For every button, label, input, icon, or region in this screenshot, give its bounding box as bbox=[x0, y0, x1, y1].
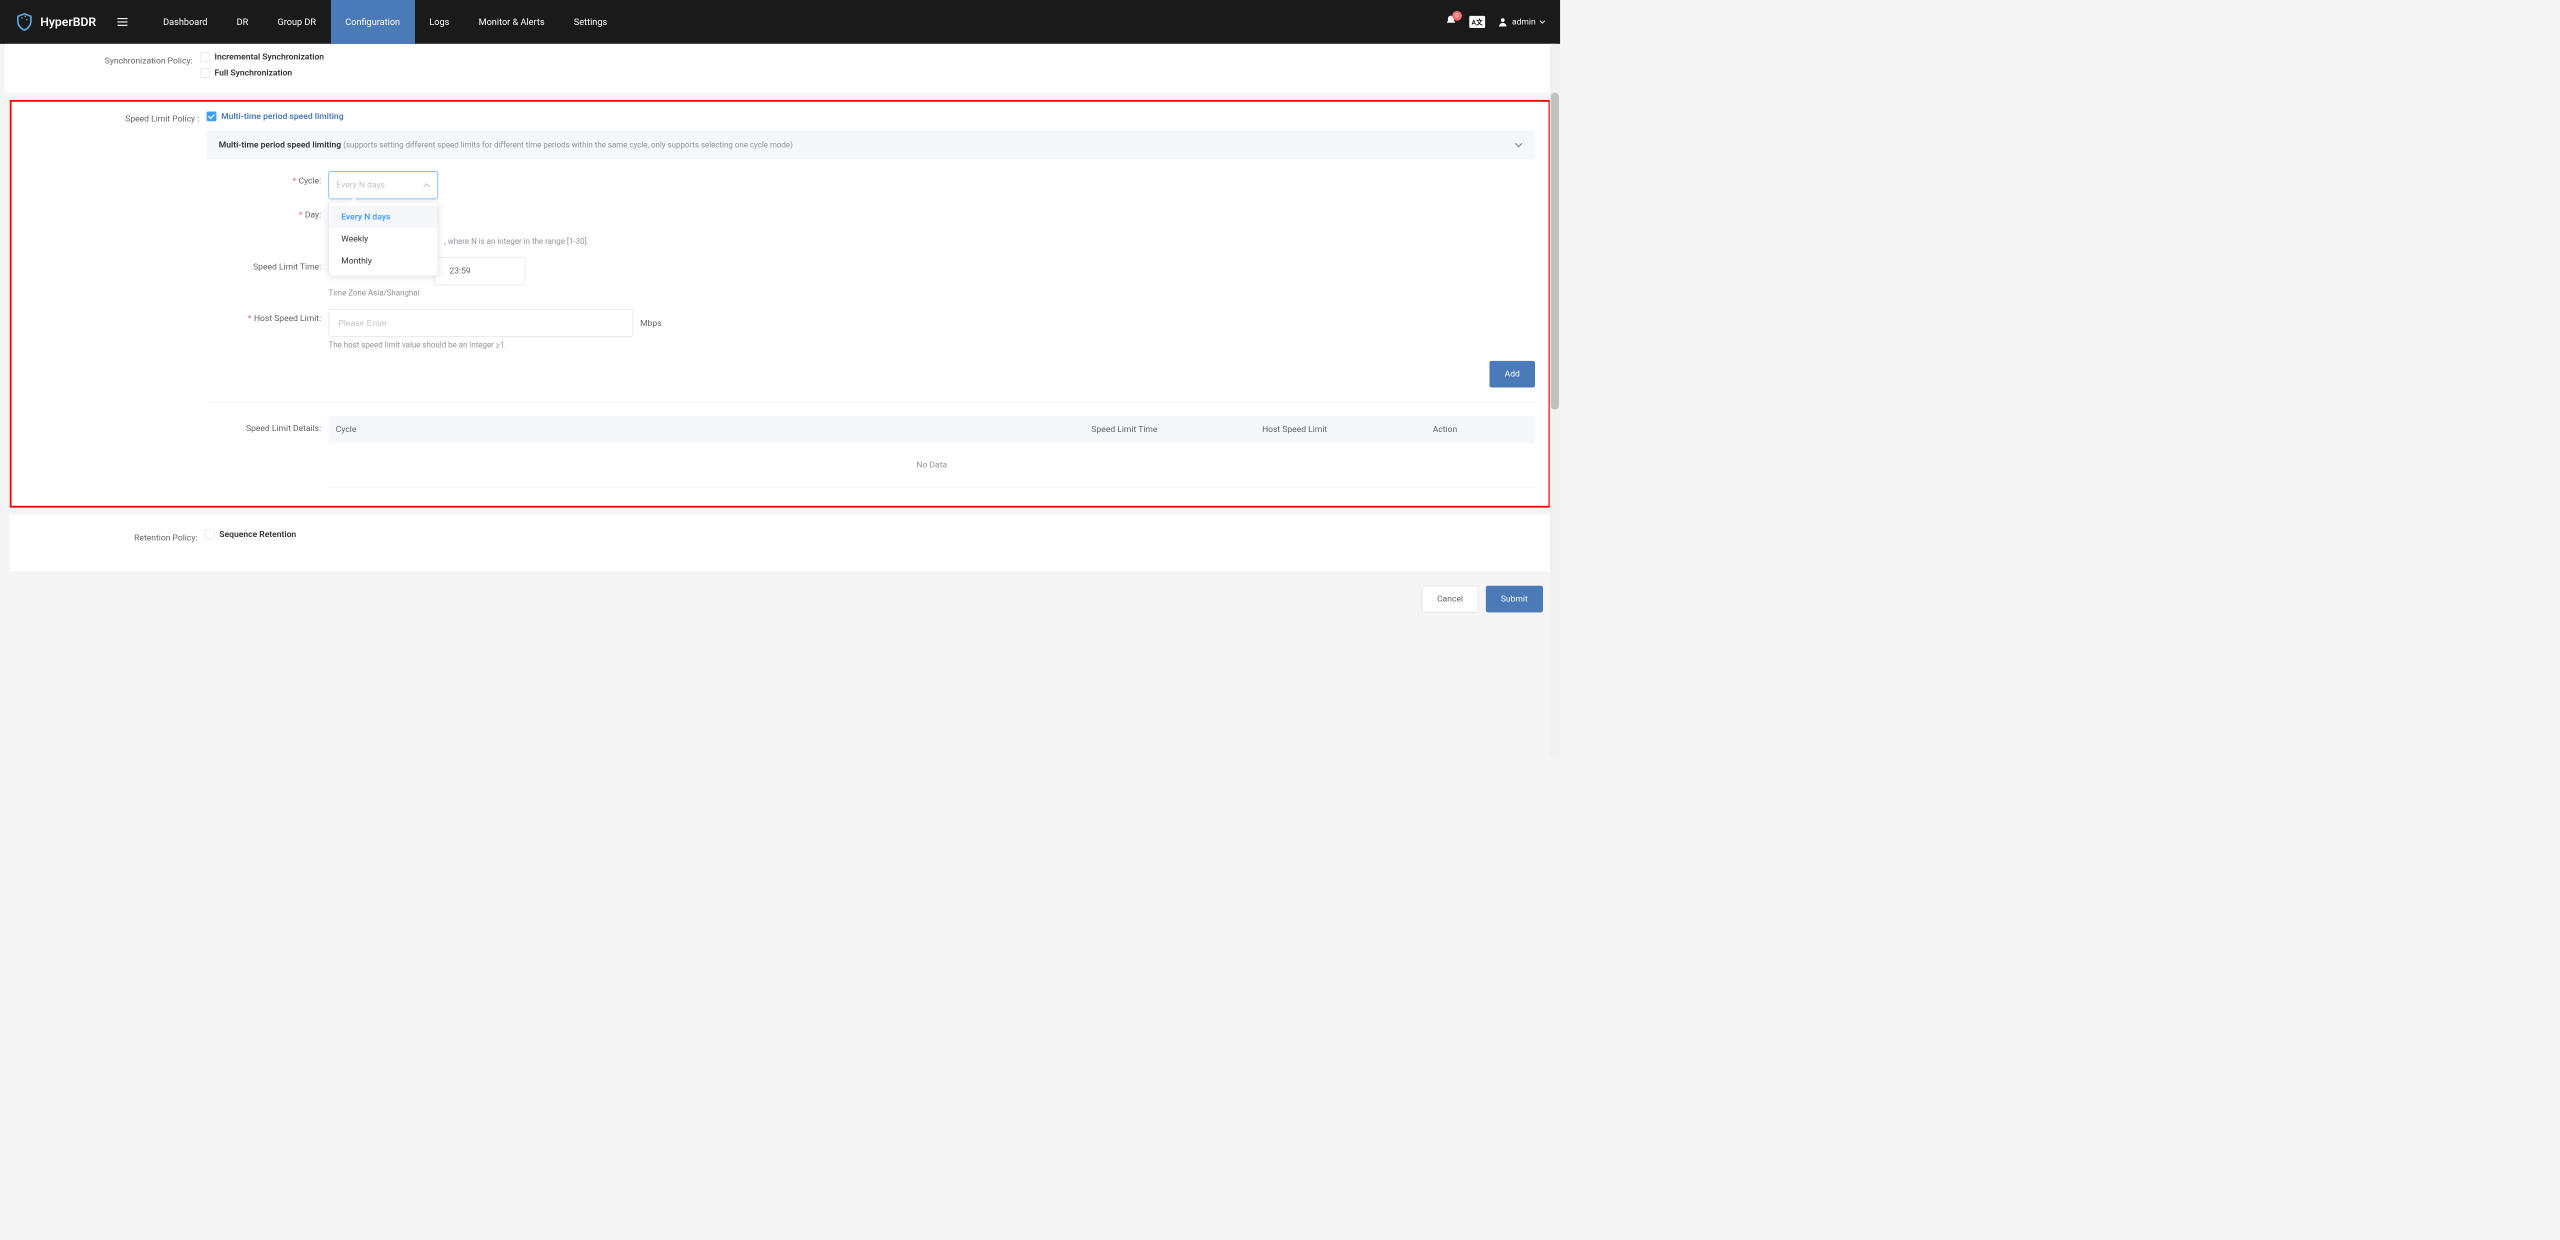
day-label: *Day: bbox=[207, 205, 329, 220]
dropdown-item-weekly[interactable]: Weekly bbox=[329, 228, 437, 250]
checkbox-icon bbox=[205, 530, 215, 540]
chevron-down-icon bbox=[1514, 141, 1523, 150]
speed-limit-form: *Cycle: Every N days Every N days Weekly… bbox=[207, 159, 1535, 487]
dropdown-item-monthly[interactable]: Monthly bbox=[329, 250, 437, 272]
notification-badge: 0 bbox=[1452, 11, 1462, 21]
incremental-sync-checkbox[interactable]: Incremental Synchronization bbox=[200, 52, 324, 62]
collapse-title: Multi-time period speed limiting bbox=[219, 140, 341, 150]
table-no-data: No Data bbox=[328, 443, 1535, 487]
user-icon bbox=[1497, 16, 1508, 27]
hamburger-icon[interactable] bbox=[116, 15, 129, 28]
sync-policy-panel: Synchronization Policy: Incremental Sync… bbox=[5, 44, 1555, 93]
col-action: Action bbox=[1425, 416, 1535, 443]
user-name: admin bbox=[1512, 17, 1536, 27]
collapse-header[interactable]: Multi-time period speed limiting (suppor… bbox=[207, 131, 1535, 159]
page-content: Synchronization Policy: Incremental Sync… bbox=[0, 44, 1560, 620]
checkbox-icon bbox=[207, 112, 217, 122]
user-menu[interactable]: admin bbox=[1497, 16, 1545, 27]
retention-panel: Retention Policy: Sequence Retention bbox=[10, 515, 1551, 571]
cycle-select[interactable]: Every N days bbox=[328, 171, 438, 199]
chevron-up-icon bbox=[423, 182, 430, 189]
sequence-retention-label: Sequence Retention bbox=[219, 530, 296, 540]
checkbox-icon bbox=[200, 52, 210, 62]
nav-settings[interactable]: Settings bbox=[559, 0, 622, 44]
nav-configuration[interactable]: Configuration bbox=[331, 0, 415, 44]
host-limit-help-text: The host speed limit value should be an … bbox=[328, 341, 1535, 350]
retention-policy-label: Retention Policy: bbox=[10, 530, 205, 543]
full-sync-label: Full Synchronization bbox=[215, 68, 293, 78]
checkbox-icon bbox=[200, 68, 210, 78]
speed-limit-time-label: Speed Limit Time: bbox=[207, 257, 329, 272]
speed-limit-table: Cycle Speed Limit Time Host Speed Limit … bbox=[328, 416, 1535, 487]
shield-icon bbox=[15, 12, 35, 32]
cycle-select-value: Every N days bbox=[336, 180, 384, 190]
speed-limit-details-label: Speed Limit Details: bbox=[207, 416, 329, 433]
timezone-help-text: Time Zone Asia/Shanghai bbox=[328, 289, 1535, 298]
col-limit: Host Speed Limit bbox=[1255, 416, 1426, 443]
notifications-button[interactable]: 0 bbox=[1445, 15, 1457, 30]
day-help-text: , where N is an integer in the range [1-… bbox=[444, 237, 1535, 246]
nav-monitor-alerts[interactable]: Monitor & Alerts bbox=[464, 0, 559, 44]
incremental-sync-label: Incremental Synchronization bbox=[215, 52, 325, 62]
speed-limit-policy-label: Speed Limit Policy : bbox=[12, 112, 207, 488]
cycle-label: *Cycle: bbox=[207, 171, 329, 186]
nav-dashboard[interactable]: Dashboard bbox=[149, 0, 222, 44]
cycle-dropdown: Every N days Weekly Monthly bbox=[328, 202, 438, 276]
sync-policy-label: Synchronization Policy: bbox=[5, 52, 200, 65]
brand-text: HyperBDR bbox=[40, 15, 96, 30]
footer-actions: Cancel Submit bbox=[5, 578, 1555, 619]
cancel-button[interactable]: Cancel bbox=[1422, 586, 1478, 613]
nav-dr[interactable]: DR bbox=[222, 0, 263, 44]
main-nav: Dashboard DR Group DR Configuration Logs… bbox=[149, 0, 622, 44]
col-cycle: Cycle bbox=[328, 416, 1084, 443]
mbps-unit: Mbps bbox=[640, 319, 661, 329]
col-time: Speed Limit Time bbox=[1084, 416, 1255, 443]
app-header: HyperBDR Dashboard DR Group DR Configura… bbox=[0, 0, 1560, 44]
full-sync-checkbox[interactable]: Full Synchronization bbox=[200, 68, 292, 78]
nav-logs[interactable]: Logs bbox=[415, 0, 464, 44]
logo: HyperBDR bbox=[15, 12, 96, 32]
submit-button[interactable]: Submit bbox=[1486, 586, 1543, 613]
sequence-retention-checkbox[interactable]: Sequence Retention bbox=[205, 530, 296, 540]
collapse-subtitle: (supports setting different speed limits… bbox=[343, 141, 793, 150]
caret-down-icon bbox=[1539, 19, 1545, 25]
speed-limit-panel: Speed Limit Policy : Multi-time period s… bbox=[10, 100, 1551, 508]
scrollbar-thumb[interactable] bbox=[1551, 93, 1559, 410]
nav-group-dr[interactable]: Group DR bbox=[263, 0, 331, 44]
host-speed-limit-input[interactable] bbox=[328, 309, 633, 337]
time-end-input[interactable]: 23:59 bbox=[434, 257, 525, 285]
multi-time-checkbox[interactable]: Multi-time period speed limiting bbox=[207, 112, 344, 122]
table-header: Cycle Speed Limit Time Host Speed Limit … bbox=[328, 416, 1535, 443]
dropdown-item-every-n-days[interactable]: Every N days bbox=[329, 206, 437, 228]
language-toggle[interactable]: A文 bbox=[1469, 16, 1485, 28]
header-right: 0 A文 admin bbox=[1445, 15, 1546, 30]
multi-time-label: Multi-time period speed limiting bbox=[221, 112, 343, 122]
scrollbar[interactable] bbox=[1550, 44, 1560, 756]
host-speed-limit-label: *Host Speed Limit: bbox=[207, 309, 329, 324]
add-button[interactable]: Add bbox=[1489, 361, 1535, 388]
